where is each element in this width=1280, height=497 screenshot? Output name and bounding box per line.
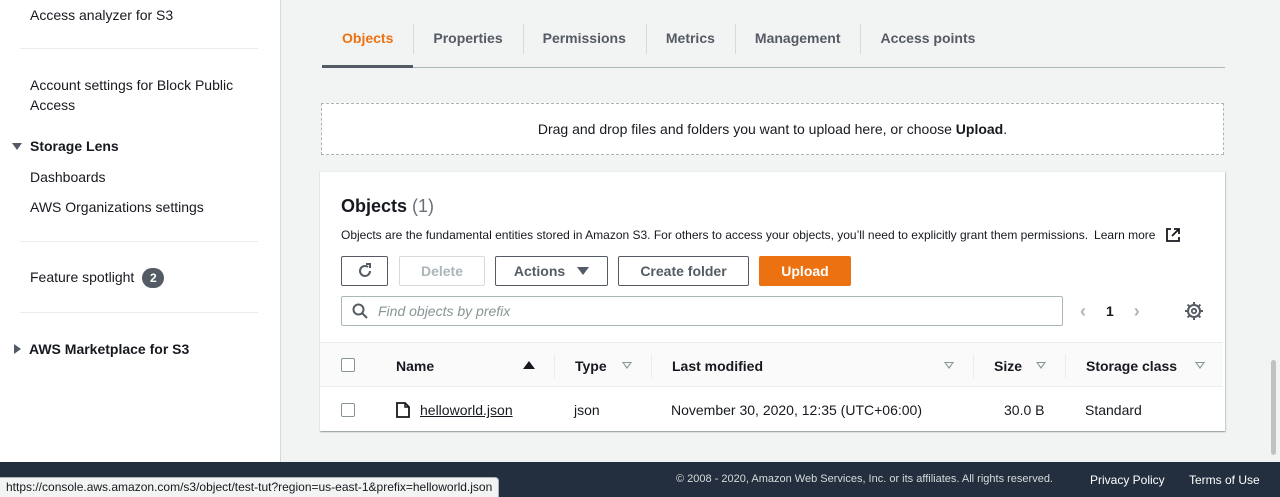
current-page[interactable]: 1 [1106,303,1114,319]
search-field [341,296,1063,326]
sidebar-item-block-public-access[interactable]: Account settings for Block Public Access [30,75,250,115]
objects-heading: Objects (1) [341,196,434,217]
sidebar-divider [20,48,258,49]
column-label: Type [575,357,607,374]
objects-description-text: Objects are the fundamental entities sto… [341,228,1089,242]
upload-button[interactable]: Upload [759,256,851,286]
sidebar-item-feature-spotlight[interactable]: Feature spotlight 2 [30,267,165,289]
tab-metrics[interactable]: Metrics [645,18,735,58]
sidebar-section-label: AWS Marketplace for S3 [29,341,190,357]
tab-properties[interactable]: Properties [413,18,522,58]
column-label: Name [396,357,435,374]
bucket-tabs: Objects Properties Permissions Metrics M… [322,18,1225,68]
file-icon [396,402,410,418]
sort-icon [1036,362,1046,369]
sidebar-item-label: Feature spotlight [30,269,135,285]
column-label: Last modified [672,357,764,374]
gear-icon[interactable] [1184,301,1204,321]
column-header-size[interactable]: Size [994,343,1022,388]
sidebar-section-label: Storage Lens [30,138,119,154]
terms-of-use-link[interactable]: Terms of Use [1189,473,1260,487]
search-input[interactable] [378,303,1028,319]
objects-description: Objects are the fundamental entities sto… [341,227,1181,243]
tab-management[interactable]: Management [734,18,861,58]
tab-objects[interactable]: Objects [322,18,414,68]
table-row[interactable]: helloworld.json json November 30, 2020, … [320,388,1223,432]
search-icon [352,303,368,319]
privacy-policy-link[interactable]: Privacy Policy [1090,473,1165,487]
column-header-type[interactable]: Type [575,343,607,388]
column-header-storage-class[interactable]: Storage class [1086,343,1177,388]
create-folder-button[interactable]: Create folder [618,256,749,286]
sidebar-section-marketplace[interactable]: AWS Marketplace for S3 [12,341,189,357]
sort-icon [944,362,954,369]
objects-panel: Objects (1) Objects are the fundamental … [320,171,1225,431]
cell-size: 30.0 B [1004,402,1045,418]
caret-down-icon [577,267,590,275]
sidebar-item-organizations-settings[interactable]: AWS Organizations settings [30,197,204,217]
chevron-left-icon[interactable]: ‹ [1080,301,1086,322]
sidebar-section-storage-lens[interactable]: Storage Lens [12,138,119,154]
refresh-icon [358,263,371,277]
cell-type: json [574,402,600,418]
table-header: Name Type Last modified Size Storage cla… [320,342,1223,387]
sidebar-item-dashboards[interactable]: Dashboards [30,167,106,187]
cell-name: helloworld.json [396,388,513,432]
tab-access-points[interactable]: Access points [860,18,995,58]
sort-icon [1195,362,1205,369]
sidebar-divider [20,312,258,313]
column-label: Size [994,357,1023,374]
chevron-right-icon[interactable]: › [1134,301,1140,322]
tab-permissions[interactable]: Permissions [522,18,646,58]
row-checkbox[interactable] [341,403,355,417]
column-separator [651,354,652,378]
refresh-button[interactable] [341,256,388,286]
scrollbar-thumb[interactable] [1271,360,1276,455]
notification-badge: 2 [142,268,165,289]
browser-status-url: https://console.aws.amazon.com/s3/object… [0,477,500,497]
object-name-link[interactable]: helloworld.json [420,402,513,418]
sidebar: Access analyzer for S3 Account settings … [0,0,281,462]
dropzone-text: Drag and drop files and folders you want… [537,121,956,137]
cell-last-modified: November 30, 2020, 12:35 (UTC+06:00) [671,402,922,418]
caret-right-icon [14,344,21,354]
column-separator [554,354,555,378]
objects-count: (1) [412,196,435,216]
column-separator [1065,354,1066,378]
objects-title: Objects [341,196,408,216]
column-separator [973,354,974,378]
learn-more-link[interactable]: Learn more [1094,228,1155,242]
upload-dropzone[interactable]: Drag and drop files and folders you want… [321,103,1224,155]
external-link-icon [1166,228,1181,242]
sort-icon [622,362,632,369]
column-header-name[interactable]: Name [396,343,434,388]
column-label: Storage class [1086,357,1178,374]
sort-ascending-icon [523,361,535,369]
sidebar-divider [20,241,258,242]
copyright-text: © 2008 - 2020, Amazon Web Services, Inc.… [676,473,1053,485]
caret-down-icon [12,142,22,150]
sidebar-item-access-analyzer[interactable]: Access analyzer for S3 [30,5,173,25]
actions-dropdown[interactable]: Actions [495,256,608,286]
actions-label: Actions [513,263,566,279]
select-all-checkbox[interactable] [341,358,355,372]
pagination: ‹ 1 › [1080,296,1140,326]
cell-storage-class: Standard [1085,402,1142,418]
column-header-last-modified[interactable]: Last modified [672,343,763,388]
dropzone-upload-link[interactable]: Upload [956,121,1003,137]
dropzone-period: . [1003,121,1008,137]
delete-button[interactable]: Delete [399,256,485,286]
